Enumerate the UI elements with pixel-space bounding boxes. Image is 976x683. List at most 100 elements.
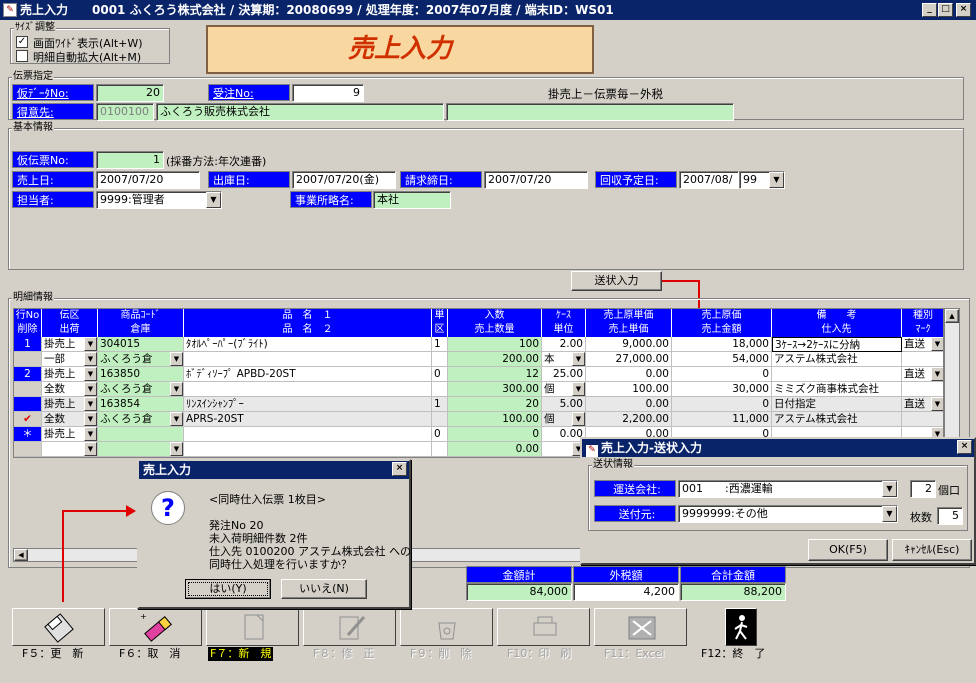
grid-cell-warehouse[interactable]: ふくろう倉 ▼ (98, 382, 184, 397)
f5-update-button[interactable] (12, 608, 105, 646)
grid-cell-blank[interactable] (432, 352, 448, 367)
grid-cell-warehouse[interactable]: ▼ (98, 442, 184, 457)
collection-date-field[interactable]: 2007/08/ (679, 171, 739, 189)
grid-cell-no[interactable] (14, 397, 42, 412)
temp-data-no-label[interactable]: 仮ﾃﾞｰﾀNo: (12, 84, 94, 101)
grid-cell-class[interactable]: 直送 ▼ (902, 337, 943, 352)
maximize-button[interactable]: □ (938, 3, 953, 17)
chevron-down-icon[interactable]: ▼ (170, 352, 183, 366)
scroll-left-icon[interactable]: ◀ (14, 549, 28, 561)
grid-cell-ship[interactable]: ▼ (42, 442, 98, 457)
customer-code-field[interactable]: 0100100 (96, 103, 154, 121)
grid-cell-blank[interactable] (432, 442, 448, 457)
grid-cell-code[interactable]: 163854 (98, 397, 184, 412)
chevron-down-icon[interactable]: ▼ (84, 427, 97, 441)
chevron-down-icon[interactable]: ▼ (572, 412, 585, 426)
grid-cell-del[interactable] (14, 352, 42, 367)
billing-close-field[interactable]: 2007/07/20 (484, 171, 588, 189)
grid-cell-cost[interactable]: 0 (672, 397, 772, 412)
f6-cancel-button[interactable]: + (109, 608, 202, 646)
grid-cell-unit[interactable]: 個 ▼ (542, 382, 586, 397)
grid-cell-name2[interactable]: APRS-20ST (184, 412, 432, 427)
f8-edit-button[interactable] (303, 608, 396, 646)
grid-cell-note[interactable] (772, 367, 902, 382)
grid-vertical-scrollbar[interactable]: ▲ (944, 308, 960, 458)
grid-cell-unit[interactable]: 本 ▼ (542, 352, 586, 367)
ship-dialog-close-button[interactable]: × (957, 440, 972, 454)
chevron-down-icon[interactable]: ▼ (931, 397, 943, 411)
grid-cell-tanku[interactable]: 0 (432, 367, 448, 382)
chevron-down-icon[interactable]: ▼ (84, 367, 97, 381)
chevron-down-icon[interactable]: ▼ (84, 352, 97, 366)
grid-cell-cost[interactable]: 0 (672, 367, 772, 382)
chevron-down-icon[interactable]: ▼ (170, 382, 183, 396)
scroll-up-icon[interactable]: ▲ (945, 309, 959, 323)
grid-cell-tanku[interactable]: 1 (432, 337, 448, 352)
grid-cell-class[interactable]: 直送 ▼ (902, 397, 943, 412)
grid-cell-irisu[interactable]: 12 (448, 367, 542, 382)
chevron-down-icon[interactable]: ▼ (84, 382, 97, 396)
grid-cell-case[interactable]: 2.00 (542, 337, 586, 352)
wide-display-checkbox[interactable]: ✓ (16, 36, 28, 48)
grid-cell-cost_unit[interactable]: 9,000.00 (586, 337, 672, 352)
yes-button[interactable]: はい(Y) (185, 579, 271, 599)
grid-cell-del[interactable] (14, 382, 42, 397)
grid-cell-ship[interactable]: 一部 ▼ (42, 352, 98, 367)
temp-data-no-field[interactable]: 20 (96, 84, 164, 102)
grid-cell-price[interactable]: 27,000.00 (586, 352, 672, 367)
grid-cell-del[interactable]: ✔ (14, 412, 42, 427)
grid-cell-amount[interactable]: 54,000 (672, 352, 772, 367)
grid-cell-kind[interactable]: 掛売上 ▼ (42, 337, 98, 352)
grid-cell-price[interactable]: 100.00 (586, 382, 672, 397)
grid-cell-kind[interactable]: 掛売上 ▼ (42, 397, 98, 412)
grid-cell-code[interactable]: 304015 (98, 337, 184, 352)
grid-cell-name1[interactable]: ﾘﾝｽｲﾝｼｬﾝﾌﾟｰ (184, 397, 432, 412)
grid-cell-name2[interactable] (184, 382, 432, 397)
grid-cell-price[interactable]: 2,200.00 (586, 412, 672, 427)
grid-cell-blank[interactable] (432, 412, 448, 427)
grid-cell-irisu[interactable]: 20 (448, 397, 542, 412)
auto-expand-checkbox[interactable] (16, 50, 28, 62)
collection-day-dropdown[interactable]: 99 ▼ (739, 171, 785, 189)
grid-cell-note[interactable]: 3ｹｰｽ→2ｹｰｽに分納 (772, 337, 902, 352)
f12-exit-button[interactable] (725, 608, 757, 646)
minimize-button[interactable]: _ (922, 3, 937, 17)
chevron-down-icon[interactable]: ▼ (931, 367, 943, 381)
grid-cell-name2[interactable] (184, 442, 432, 457)
grid-cell-code[interactable]: 163850 (98, 367, 184, 382)
f7-new-button[interactable] (206, 608, 299, 646)
grid-cell-tanku[interactable]: 1 (432, 397, 448, 412)
send-slip-button[interactable]: 送状入力 (571, 271, 662, 291)
chevron-down-icon[interactable]: ▼ (84, 412, 97, 426)
grid-cell-del[interactable] (14, 442, 42, 457)
grid-cell-blank[interactable] (902, 412, 943, 427)
grid-cell-irisu[interactable]: 100 (448, 337, 542, 352)
carrier-dropdown[interactable]: 001 :西濃運輸 ▼ (678, 480, 898, 498)
sheets-field[interactable]: 5 (937, 507, 963, 525)
staff-dropdown[interactable]: 9999:管理者 ▼ (96, 191, 222, 209)
grid-cell-code[interactable] (98, 427, 184, 442)
sales-date-field[interactable]: 2007/07/20 (96, 171, 200, 189)
grid-cell-no[interactable]: 1 (14, 337, 42, 352)
grid-cell-unit[interactable]: 個 ▼ (542, 412, 586, 427)
grid-cell-amount[interactable]: 11,000 (672, 412, 772, 427)
office-field[interactable]: 本社 (373, 191, 451, 209)
f11-excel-button[interactable] (594, 608, 687, 646)
chevron-down-icon[interactable]: ▼ (572, 352, 585, 366)
grid-cell-tanku[interactable]: 0 (432, 427, 448, 442)
grid-cell-blank[interactable] (902, 352, 943, 367)
grid-cell-qty[interactable]: 300.00 (448, 382, 542, 397)
grid-cell-supplier[interactable]: アステム株式会社 (772, 352, 902, 367)
customer-label[interactable]: 得意先: (12, 103, 94, 120)
order-no-label[interactable]: 受注No: (208, 84, 290, 101)
grid-cell-class[interactable]: 直送 ▼ (902, 367, 943, 382)
chevron-down-icon[interactable]: ▼ (882, 506, 897, 522)
parcel-count-field[interactable]: 2 (910, 480, 936, 498)
grid-cell-amount[interactable]: 30,000 (672, 382, 772, 397)
grid-cell-ship[interactable]: 全数 ▼ (42, 412, 98, 427)
f9-delete-button[interactable] (400, 608, 493, 646)
grid-cell-warehouse[interactable]: ふくろう倉 ▼ (98, 352, 184, 367)
sender-dropdown[interactable]: 9999999:その他 ▼ (678, 505, 898, 523)
grid-cell-name2[interactable] (184, 352, 432, 367)
chevron-down-icon[interactable]: ▼ (572, 382, 585, 396)
